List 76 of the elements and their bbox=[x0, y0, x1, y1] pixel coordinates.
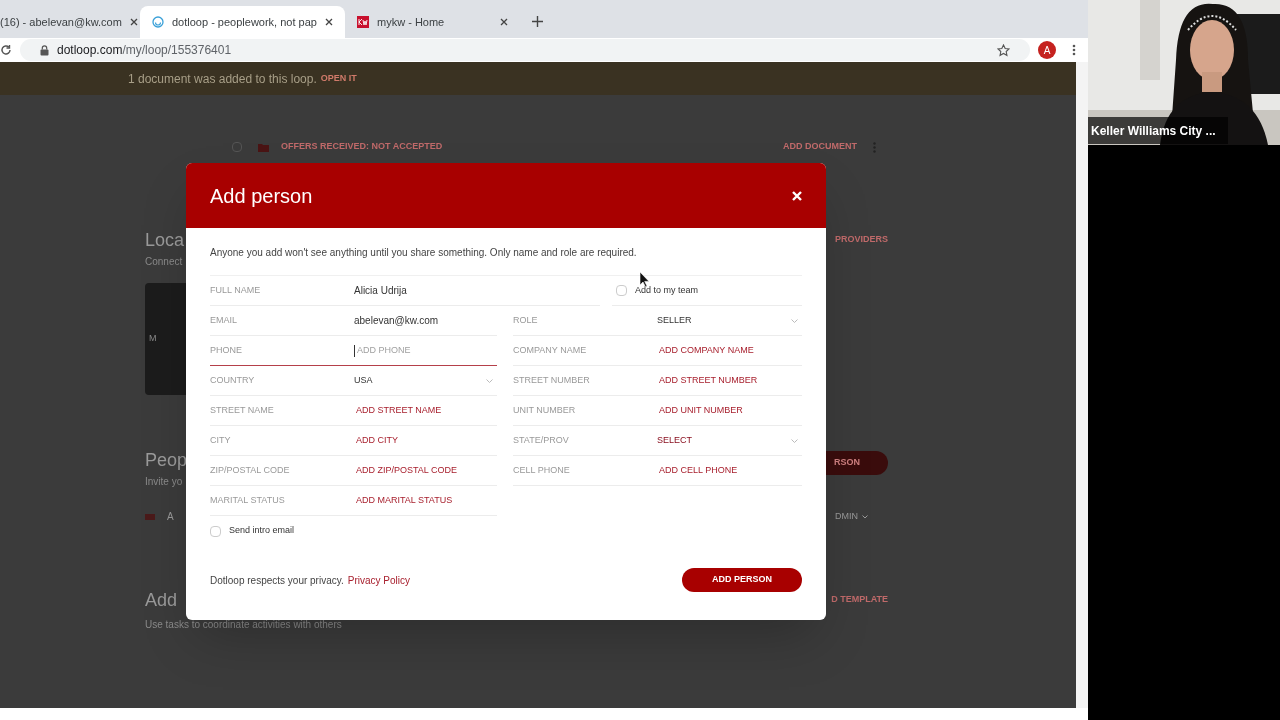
chevron-icon bbox=[486, 378, 493, 383]
folder-title: OFFERS RECEIVED: NOT ACCEPTED bbox=[281, 140, 443, 154]
dropdown[interactable]: USA bbox=[354, 373, 497, 388]
chevron-icon bbox=[791, 438, 798, 443]
menu-icon[interactable] bbox=[1072, 44, 1076, 56]
dropdown-value: SELLER bbox=[657, 313, 693, 327]
field-label: ZIP/POSTAL CODE bbox=[210, 463, 291, 477]
url-text[interactable]: dotloop.com/my/loop/155376401 bbox=[57, 41, 232, 59]
field-value: Alicia Udrija bbox=[354, 284, 407, 298]
field-label: STREET NAME bbox=[210, 403, 275, 417]
section-subheading: Connect bbox=[145, 255, 183, 269]
field-label: COUNTRY bbox=[210, 373, 256, 387]
field-label: CITY bbox=[210, 433, 232, 447]
phone-field[interactable]: ADD PHONE bbox=[354, 344, 497, 357]
browser-tab[interactable]: mykw - Home bbox=[345, 6, 520, 38]
browser-tab[interactable]: (16) - abelevan@kw.com bbox=[0, 6, 140, 38]
logo-icon bbox=[357, 16, 369, 28]
person-name: A bbox=[167, 510, 174, 524]
add-person-button[interactable]: ADD PERSON bbox=[682, 568, 802, 592]
chevron-icon bbox=[862, 514, 868, 519]
profile-avatar[interactable]: A bbox=[1038, 41, 1056, 59]
privacy-text: Dotloop respects your privacy. bbox=[210, 573, 344, 588]
star-icon[interactable] bbox=[997, 43, 1010, 57]
privacy-link[interactable]: Privacy Policy bbox=[347, 572, 410, 588]
dropdown[interactable]: SELECT bbox=[657, 433, 802, 448]
add-field-link[interactable]: ADD STREET NUMBER bbox=[659, 373, 758, 388]
dropdown-value: SELECT bbox=[657, 433, 693, 447]
checkbox-label: Add to my team bbox=[635, 283, 699, 297]
checkbox-label: Send intro email bbox=[229, 524, 295, 538]
banner-text: 1 document was added to this loop. bbox=[128, 70, 317, 88]
scrollbar-track[interactable] bbox=[1076, 62, 1088, 708]
close-icon[interactable] bbox=[129, 18, 138, 26]
section-subheading: Invite yo bbox=[145, 475, 183, 489]
section-subheading: Use tasks to coordinate activities with others bbox=[145, 618, 342, 632]
open-link[interactable]: OPEN IT bbox=[320, 71, 357, 86]
field-label: STREET NUMBER bbox=[513, 373, 591, 387]
close-icon[interactable] bbox=[500, 18, 508, 26]
dialog-title: Add person bbox=[210, 183, 313, 209]
field-label: STATE/PROV bbox=[513, 433, 570, 447]
dropdown-value: USA bbox=[354, 373, 374, 387]
field-label: CELL PHONE bbox=[513, 463, 571, 477]
card-text: M bbox=[149, 332, 157, 346]
participant-name: Keller Williams City ... bbox=[1091, 122, 1216, 140]
add-field-link[interactable]: ADD ZIP/POSTAL CODE bbox=[356, 463, 458, 478]
smile-icon bbox=[152, 16, 164, 28]
close-icon[interactable] bbox=[325, 18, 333, 26]
section-heading: Loca bbox=[145, 229, 185, 252]
lock-icon bbox=[40, 44, 49, 56]
field-label: COMPANY NAME bbox=[513, 343, 588, 357]
checkbox[interactable] bbox=[232, 142, 242, 152]
reload-icon[interactable] bbox=[0, 44, 12, 56]
browser-tab[interactable]: dotloop - peoplework, not pap bbox=[140, 6, 345, 38]
field-label: EMAIL bbox=[210, 313, 238, 327]
add-field-link[interactable]: ADD MARITAL STATUS bbox=[356, 493, 453, 508]
section-heading: Peop bbox=[145, 449, 188, 472]
field-label: MARITAL STATUS bbox=[210, 493, 286, 507]
new-tab-icon[interactable] bbox=[532, 16, 543, 27]
field-label: PHONE bbox=[210, 343, 243, 357]
add-field-link[interactable]: ADD STREET NAME bbox=[356, 403, 442, 418]
add-field-link[interactable]: ADD CITY bbox=[356, 433, 398, 448]
role-dropdown[interactable]: DMIN bbox=[835, 509, 868, 524]
section-heading: Add bbox=[145, 589, 178, 612]
folder-icon bbox=[258, 142, 269, 152]
field-label: ROLE bbox=[513, 313, 539, 327]
field-value: abelevan@kw.com bbox=[354, 314, 439, 328]
intro-text: Anyone you add won't see anything until you share something. Only name and role are required. bbox=[210, 246, 638, 260]
add-field-link[interactable]: ADD UNIT NUMBER bbox=[659, 403, 743, 418]
add-field-link[interactable]: ADD COMPANY NAME bbox=[659, 343, 754, 358]
add-field-link[interactable]: ADD CELL PHONE bbox=[659, 463, 738, 478]
cursor-icon bbox=[640, 272, 650, 287]
address-bar[interactable]: dotloop.com/my/loop/155376401 bbox=[20, 39, 1030, 61]
chevron-icon bbox=[791, 318, 798, 323]
logo-icon bbox=[145, 513, 155, 520]
field-label: FULL NAME bbox=[210, 283, 262, 297]
field-label: UNIT NUMBER bbox=[513, 403, 577, 417]
dropdown[interactable]: SELLER bbox=[657, 313, 802, 328]
